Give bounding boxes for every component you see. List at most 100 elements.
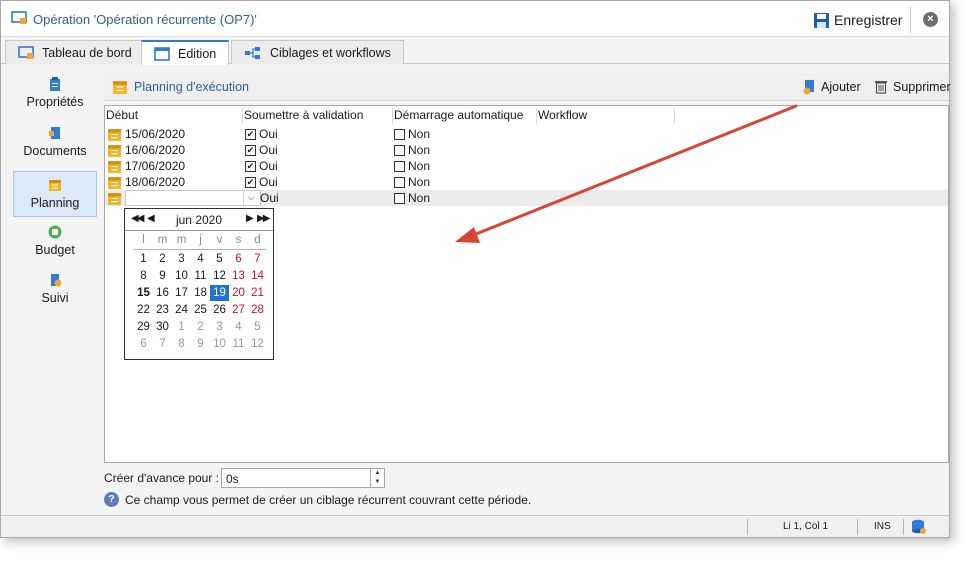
validation-checkbox[interactable]: ✔ xyxy=(245,144,256,156)
validation-checkbox[interactable]: ✔ xyxy=(245,128,256,140)
calendar-day[interactable]: 6 xyxy=(229,251,248,267)
calendar-day[interactable]: 12 xyxy=(248,336,267,352)
column-header-validation[interactable]: Soumettre à validation xyxy=(243,108,393,124)
calendar-day[interactable]: 5 xyxy=(210,251,229,267)
calendar-day[interactable]: 9 xyxy=(153,268,172,284)
section-title-text: Planning d'exécution xyxy=(134,80,249,94)
sidebar-item-documents[interactable]: Documents xyxy=(13,126,97,172)
status-separator xyxy=(747,519,748,535)
calendar-day[interactable]: 10 xyxy=(210,336,229,352)
column-header-auto-start[interactable]: Démarrage automatique xyxy=(393,108,537,124)
calendar-day[interactable]: 22 xyxy=(134,302,153,318)
calendar-day[interactable]: 5 xyxy=(248,319,267,335)
delete-button[interactable]: Supprimer xyxy=(874,79,951,94)
auto-start-checkbox[interactable] xyxy=(394,192,405,204)
calendar-day[interactable]: 20 xyxy=(229,285,248,301)
title-separator xyxy=(910,7,911,33)
calendar-day[interactable]: 2 xyxy=(191,319,210,335)
table-row[interactable]: 18/06/2020 ✔ Oui Non xyxy=(105,174,948,190)
auto-start-checkbox[interactable] xyxy=(394,176,405,188)
status-bar: Li 1, Col 1 INS xyxy=(1,515,949,537)
calendar-day[interactable]: 8 xyxy=(172,336,191,352)
calendar-day[interactable]: 7 xyxy=(153,336,172,352)
weekday-header: j xyxy=(199,234,202,246)
calendar-day[interactable]: 16 xyxy=(153,285,172,301)
tab-edition[interactable]: Edition xyxy=(141,40,230,65)
calendar-day[interactable]: 7 xyxy=(248,251,267,267)
calendar-day[interactable]: 14 xyxy=(248,268,267,284)
calendar-day[interactable]: 8 xyxy=(134,268,153,284)
calendar-day[interactable]: 9 xyxy=(191,336,210,352)
sidebar-item-planning[interactable]: Planning xyxy=(13,171,97,217)
tracking-icon xyxy=(51,274,62,287)
calendar-day[interactable]: 1 xyxy=(134,251,153,267)
date-dropdown-button[interactable]: ⌵ xyxy=(243,190,258,206)
dashboard-icon xyxy=(18,45,34,59)
calendar-day[interactable]: 30 xyxy=(153,319,172,335)
table-row[interactable]: 16/06/2020 ✔ Oui Non xyxy=(105,142,948,158)
table-row-editing[interactable]: ⌵ Oui Non xyxy=(105,190,948,206)
start-date-input[interactable] xyxy=(125,190,261,206)
table-row[interactable]: 17/06/2020 ✔ Oui Non xyxy=(105,158,948,174)
validation-checkbox[interactable]: ✔ xyxy=(245,160,256,172)
calendar-day[interactable]: 1 xyxy=(172,319,191,335)
calendar-day[interactable]: 15 xyxy=(134,285,153,301)
calendar-day[interactable]: 13 xyxy=(229,268,248,284)
advance-duration-input[interactable]: 0s ▲ ▼ xyxy=(221,468,385,488)
calendar-icon xyxy=(108,192,121,205)
validation-checkbox[interactable]: ✔ xyxy=(245,176,256,188)
tab-dashboard[interactable]: Tableau de bord xyxy=(5,40,145,64)
calendar-day[interactable]: 25 xyxy=(191,302,210,318)
tab-edition-label: Edition xyxy=(178,46,217,61)
window-icon xyxy=(154,46,170,61)
table-row[interactable]: 15/06/2020 ✔ Oui Non xyxy=(105,126,948,142)
calendar-day[interactable]: 11 xyxy=(191,268,210,284)
tab-targeting-workflows[interactable]: Ciblages et workflows xyxy=(231,40,404,64)
title-bar: Opération 'Opération récurrente (OP7)' E… xyxy=(1,1,949,37)
auto-start-checkbox[interactable] xyxy=(394,144,405,156)
save-label: Enregistrer xyxy=(834,12,903,28)
auto-start-checkbox[interactable] xyxy=(394,160,405,172)
calendar-day[interactable]: 17 xyxy=(172,285,191,301)
calendar-day[interactable]: 29 xyxy=(134,319,153,335)
calendar-day[interactable]: 23 xyxy=(153,302,172,318)
column-header-workflow[interactable]: Workflow xyxy=(537,108,675,124)
calendar-day[interactable]: 4 xyxy=(229,319,248,335)
calendar-icon xyxy=(108,160,121,173)
calendar-day[interactable]: 2 xyxy=(153,251,172,267)
calendar-day[interactable]: 11 xyxy=(229,336,248,352)
validation-label: Oui xyxy=(259,175,278,189)
calendar-day[interactable]: 27 xyxy=(229,302,248,318)
sidebar: Propriétés Documents Planning Budget Sui… xyxy=(5,65,101,513)
calendar-day[interactable]: 10 xyxy=(172,268,191,284)
calendar-day[interactable]: 6 xyxy=(134,336,153,352)
auto-start-checkbox[interactable] xyxy=(394,128,405,140)
sidebar-item-properties[interactable]: Propriétés xyxy=(13,77,97,123)
close-button[interactable]: × xyxy=(923,12,938,27)
calendar-day[interactable]: 21 xyxy=(248,285,267,301)
calendar-day[interactable]: 18 xyxy=(191,285,210,301)
spin-up-button[interactable]: ▲ xyxy=(371,469,384,478)
calendar-day[interactable]: 19 xyxy=(210,285,229,301)
calendar-day[interactable]: 3 xyxy=(210,319,229,335)
calendar-day[interactable]: 28 xyxy=(248,302,267,318)
advance-value: 0s xyxy=(226,472,239,486)
validation-label: Oui xyxy=(260,191,279,205)
calendar-day[interactable]: 26 xyxy=(210,302,229,318)
spin-down-button[interactable]: ▼ xyxy=(371,478,384,487)
calendar-day[interactable]: 12 xyxy=(210,268,229,284)
add-button[interactable]: Ajouter xyxy=(802,79,861,95)
next-year-button[interactable]: ▶▶ xyxy=(257,213,270,224)
calendar-day[interactable]: 24 xyxy=(172,302,191,318)
save-button[interactable]: Enregistrer xyxy=(813,10,902,30)
sidebar-item-tracking[interactable]: Suivi xyxy=(13,273,97,319)
auto-start-label: Non xyxy=(408,159,431,173)
next-month-button[interactable]: ▶ xyxy=(246,213,254,224)
weekday-header: m xyxy=(176,234,187,246)
sidebar-item-budget[interactable]: Budget xyxy=(13,225,97,271)
calendar-day[interactable]: 4 xyxy=(191,251,210,267)
column-header-start[interactable]: Début xyxy=(105,108,243,124)
sidebar-item-label: Budget xyxy=(35,243,75,257)
auto-start-label: Non xyxy=(408,175,431,189)
calendar-day[interactable]: 3 xyxy=(172,251,191,267)
